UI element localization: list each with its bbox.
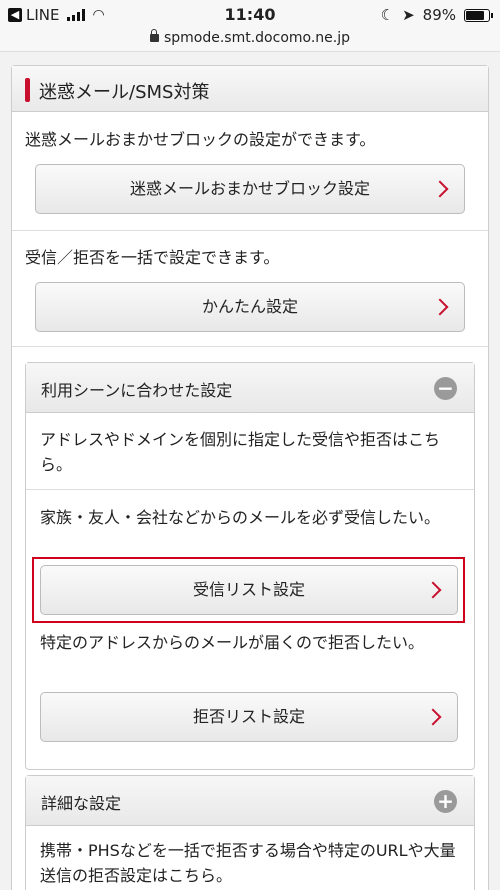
panel-header: 迷惑メール/SMS対策	[12, 66, 488, 112]
detail-settings-title: 詳細な設定	[41, 794, 122, 813]
battery-percent: 89%	[422, 6, 456, 24]
scene-description: アドレスやドメインを個別に指定した受信や拒否はこちら。	[40, 430, 441, 474]
collapse-icon[interactable]: −	[434, 377, 457, 400]
omakase-block-label: 迷惑メールおまかせブロック設定	[129, 179, 370, 198]
expand-icon[interactable]: +	[434, 790, 457, 813]
reject-list-button[interactable]: 拒否リスト設定	[40, 692, 458, 742]
reject-list-label: 拒否リスト設定	[192, 707, 305, 726]
url-bar[interactable]: spmode.smt.docomo.ne.jp	[0, 29, 500, 52]
detail-settings-header[interactable]: 詳細な設定 +	[26, 776, 474, 826]
divider	[26, 489, 474, 490]
url-text: spmode.smt.docomo.ne.jp	[163, 30, 351, 46]
panel-title: 迷惑メール/SMS対策	[39, 82, 210, 103]
detail-description: 携帯・PHSなどを一括で拒否する場合や特定のURLや大量送信の拒否設定はこちら。	[40, 841, 456, 885]
receive-list-button[interactable]: 受信リスト設定	[40, 565, 458, 615]
chevron-right-icon	[431, 180, 449, 198]
reject-list-description: 特定のアドレスからのメールが届くので拒否したい。	[40, 633, 425, 652]
omakase-description: 迷惑メールおまかせブロックの設定ができます。	[25, 130, 376, 149]
location-icon: ➤	[402, 6, 415, 24]
moon-icon: ☾	[380, 6, 395, 24]
battery-fill	[466, 10, 484, 20]
status-bar: ◀ LINE ◠ 11:40 ☾ ➤ 89%	[0, 0, 500, 30]
easy-setting-label: かんたん設定	[201, 297, 298, 316]
omakase-block-button[interactable]: 迷惑メールおまかせブロック設定	[35, 164, 465, 214]
chevron-right-icon	[431, 298, 449, 316]
divider	[12, 346, 488, 347]
easy-setting-button[interactable]: かんたん設定	[35, 282, 465, 332]
receive-list-description: 家族・友人・会社などからのメールを必ず受信したい。	[40, 508, 441, 527]
divider	[12, 230, 488, 231]
status-right: ☾ ➤ 89%	[380, 6, 493, 24]
battery-icon	[464, 8, 493, 22]
scene-settings-header[interactable]: 利用シーンに合わせた設定 −	[26, 363, 474, 413]
easy-setting-description: 受信／拒否を一括で設定できます。	[25, 248, 280, 267]
chevron-right-icon	[424, 581, 442, 599]
chevron-right-icon	[424, 708, 442, 726]
receive-list-label: 受信リスト設定	[192, 580, 305, 599]
lock-icon	[149, 29, 159, 42]
title-accent-bar	[25, 78, 30, 102]
scene-settings-title: 利用シーンに合わせた設定	[41, 381, 233, 400]
